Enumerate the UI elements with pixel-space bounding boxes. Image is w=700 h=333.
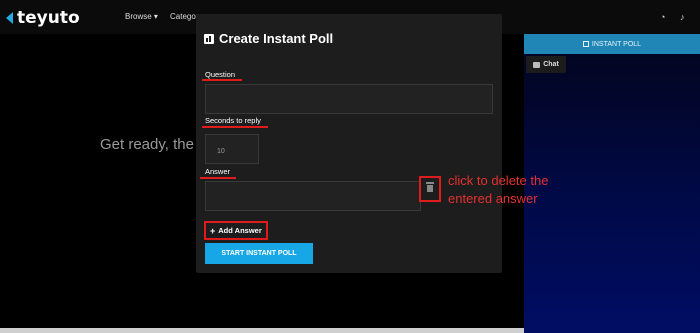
nav-categories[interactable]: Categor bbox=[170, 12, 198, 21]
start-instant-poll-button[interactable]: START INSTANT POLL bbox=[205, 243, 313, 264]
annotation-line-2: entered answer bbox=[448, 191, 538, 206]
trash-can bbox=[427, 185, 433, 192]
instant-poll-header[interactable]: INSTANT POLL bbox=[524, 34, 700, 54]
plus-icon: + bbox=[210, 225, 216, 236]
annotation-note: click to delete the entered answer bbox=[448, 172, 548, 208]
nav-browse[interactable]: Browse ▾ bbox=[125, 12, 158, 21]
question-input[interactable] bbox=[205, 84, 493, 114]
dashboard-icon[interactable]: ◔ bbox=[660, 12, 665, 22]
logo-chevron-icon bbox=[6, 12, 13, 24]
answer-input[interactable] bbox=[205, 181, 421, 211]
tab-chat[interactable]: Chat bbox=[526, 56, 566, 73]
question-label: Question bbox=[205, 70, 236, 79]
poll-chart-icon bbox=[204, 33, 214, 44]
chat-tab-label: Chat bbox=[543, 61, 559, 68]
bottom-bar bbox=[0, 328, 700, 333]
trash-icon[interactable] bbox=[426, 182, 434, 192]
add-answer-button[interactable]: + Add Answer bbox=[204, 221, 268, 240]
question-highlight-underline bbox=[202, 79, 242, 81]
modal-title-text: Create Instant Poll bbox=[219, 31, 334, 46]
seconds-label: Seconds to reply bbox=[205, 116, 261, 125]
answer-label: Answer bbox=[205, 167, 231, 176]
poll-icon bbox=[582, 41, 589, 47]
bottom-bar-panel-fill bbox=[524, 328, 700, 333]
right-panel bbox=[524, 34, 700, 330]
create-poll-modal: Create Instant Poll Question Seconds to … bbox=[196, 14, 502, 273]
logo-text: teyuto bbox=[17, 8, 80, 28]
stream-status-text: Get ready, the bbox=[100, 136, 194, 153]
notification-bell-icon[interactable]: ♪ bbox=[680, 12, 685, 22]
trash-lid bbox=[426, 182, 434, 184]
add-answer-label: Add Answer bbox=[218, 226, 262, 235]
seconds-highlight-underline bbox=[202, 126, 268, 128]
answer-highlight-underline bbox=[200, 177, 236, 179]
page: teyuto Browse ▾ Categor ◔ ♪ Get ready, t… bbox=[0, 0, 700, 333]
chat-bubble-icon bbox=[533, 61, 541, 68]
instant-poll-label: INSTANT POLL bbox=[591, 40, 642, 48]
modal-title: Create Instant Poll bbox=[204, 31, 333, 46]
seconds-input[interactable]: 10 bbox=[205, 134, 259, 164]
brand-logo[interactable]: teyuto bbox=[6, 8, 80, 28]
annotation-line-1: click to delete the bbox=[448, 173, 549, 188]
